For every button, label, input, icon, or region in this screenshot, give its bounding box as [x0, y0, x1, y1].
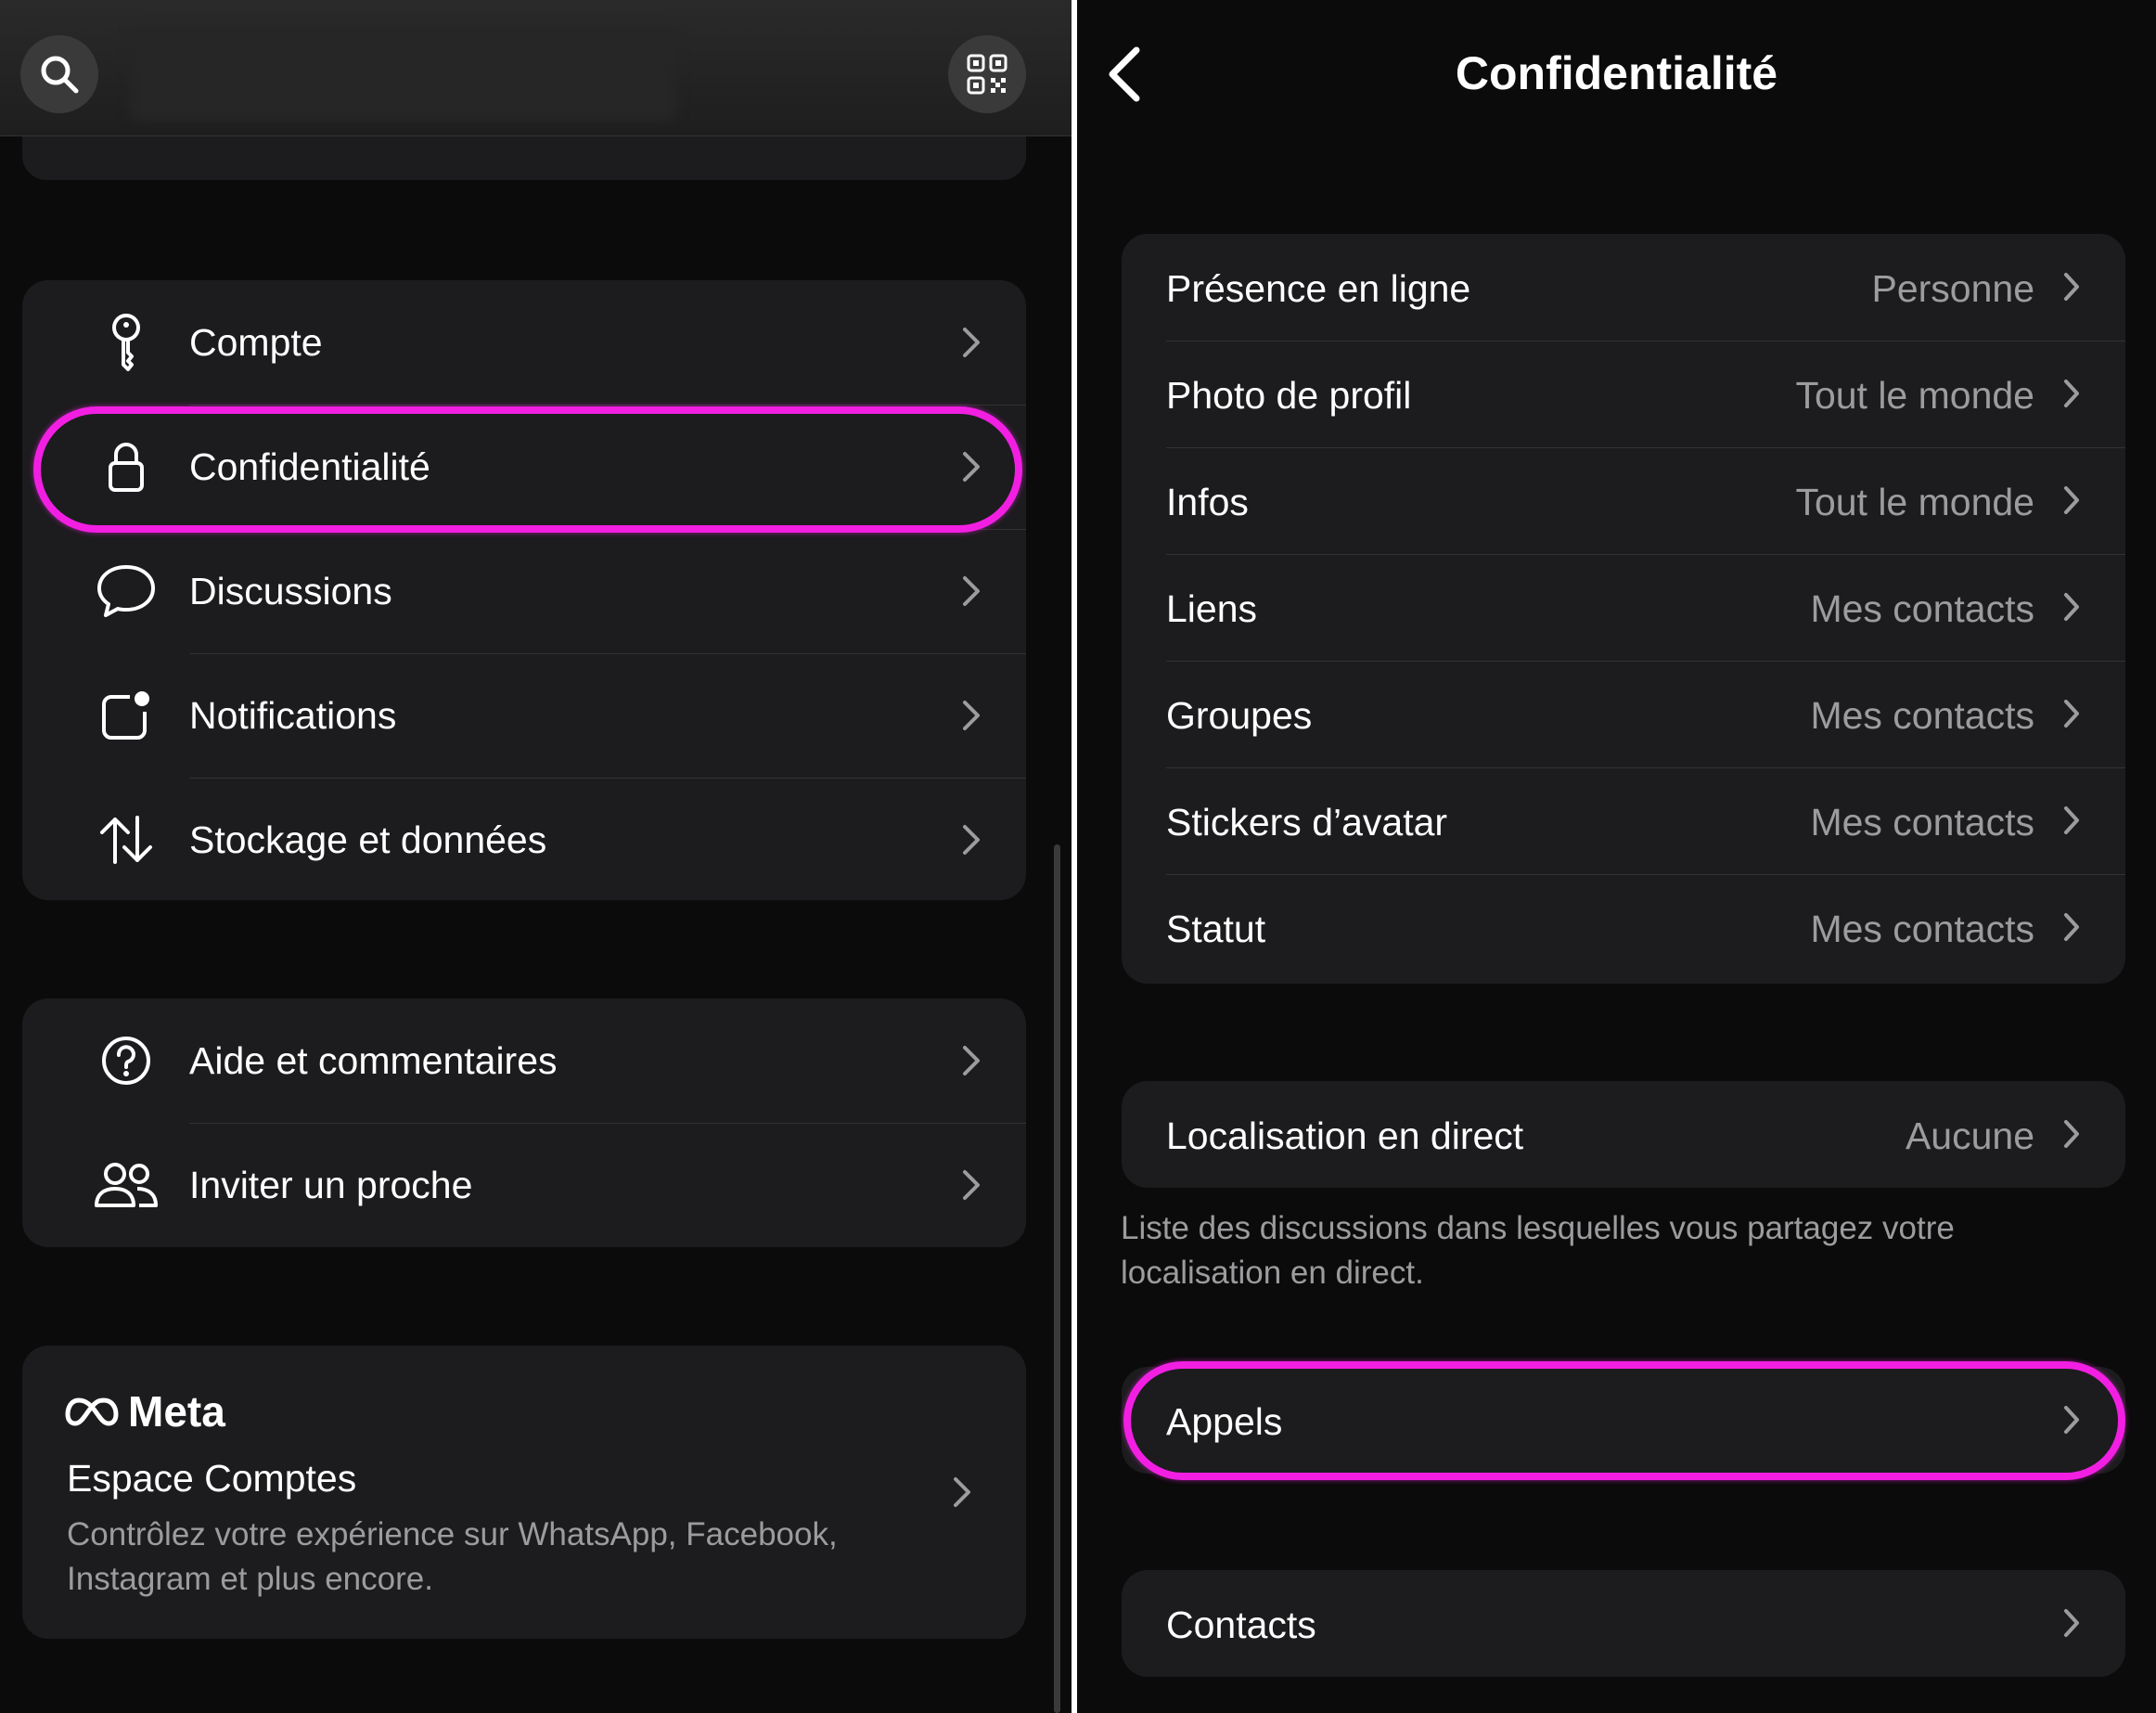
help-circle-icon	[89, 1029, 163, 1092]
settings-item-label: Inviter un proche	[189, 1163, 473, 1206]
settings-group-help: Aide et commentaires Inviter un proche	[22, 998, 1026, 1247]
privacy-settings-group: Présence en ligne Personne Photo de prof…	[1122, 234, 2125, 984]
chevron-right-icon	[963, 825, 980, 855]
qr-code-icon	[967, 54, 1007, 95]
people-icon	[89, 1153, 163, 1217]
chevron-right-icon	[963, 1170, 980, 1200]
meta-card-description: Contrôlez votre expérience sur WhatsApp,…	[67, 1516, 838, 1597]
settings-item-label: Compte	[189, 320, 323, 364]
notification-badge-icon	[89, 684, 163, 747]
privacy-row-label: Contacts	[1166, 1604, 1316, 1646]
settings-item-inviter[interactable]: Inviter un proche	[22, 1123, 1026, 1247]
privacy-row-value: Mes contacts	[1810, 801, 2034, 844]
chevron-right-icon	[963, 701, 980, 730]
privacy-row-label: Localisation en direct	[1166, 1114, 1524, 1157]
chat-bubble-icon	[89, 560, 163, 623]
live-location-footnote: Liste des discussions dans lesquelles vo…	[1121, 1210, 1955, 1291]
meta-accounts-center-card[interactable]: Meta Espace Comptes Contrôlez votre expé…	[22, 1346, 1026, 1639]
meta-infinity-icon	[65, 1397, 119, 1426]
settings-item-label: Discussions	[189, 569, 392, 612]
search-icon	[41, 56, 79, 94]
chevron-right-icon	[2064, 486, 2079, 514]
chevron-right-icon	[2064, 593, 2079, 621]
chevron-right-icon	[2064, 1406, 2079, 1434]
privacy-row-liens[interactable]: Liens Mes contacts	[1122, 554, 2125, 661]
key-icon	[89, 311, 163, 374]
privacy-row-label: Appels	[1166, 1400, 1283, 1443]
chevron-right-icon	[2064, 700, 2079, 728]
privacy-row-stickers[interactable]: Stickers d’avatar Mes contacts	[1122, 767, 2125, 874]
settings-item-confidentialite[interactable]: Confidentialité	[22, 405, 1026, 529]
settings-item-notifications[interactable]: Notifications	[22, 653, 1026, 778]
settings-item-aide[interactable]: Aide et commentaires	[22, 998, 1026, 1123]
blurred-profile-area	[130, 28, 677, 121]
privacy-row-label: Stickers d’avatar	[1166, 801, 1448, 844]
privacy-row-value: Mes contacts	[1810, 694, 2034, 737]
settings-item-label: Stockage et données	[189, 818, 547, 861]
privacy-row-value: Mes contacts	[1810, 587, 2034, 630]
privacy-row-value: Aucune	[1905, 1114, 2034, 1157]
search-button[interactable]	[20, 35, 98, 113]
privacy-row-value: Tout le monde	[1795, 481, 2034, 523]
settings-item-discussions[interactable]: Discussions	[22, 529, 1026, 653]
privacy-row-label: Infos	[1166, 481, 1249, 523]
privacy-row-live-location[interactable]: Localisation en direct Aucune	[1122, 1081, 2125, 1188]
settings-item-label: Confidentialité	[189, 444, 430, 488]
contacts-group: Contacts	[1122, 1570, 2125, 1677]
chevron-right-icon	[963, 576, 980, 606]
settings-item-label: Aide et commentaires	[189, 1038, 558, 1082]
settings-panel: Compte Confidentialité Discussions Notif…	[0, 0, 1072, 1713]
privacy-row-statut[interactable]: Statut Mes contacts	[1122, 874, 2125, 981]
chevron-right-icon	[2064, 1609, 2079, 1637]
chevron-right-icon	[2064, 806, 2079, 834]
up-down-arrows-icon	[89, 808, 163, 871]
privacy-row-appels[interactable]: Appels	[1122, 1367, 2125, 1474]
chevron-right-icon	[963, 1046, 980, 1075]
chevron-right-icon	[954, 1477, 970, 1507]
meta-card-title: Espace Comptes	[67, 1457, 357, 1500]
privacy-row-infos[interactable]: Infos Tout le monde	[1122, 447, 2125, 554]
scrollbar[interactable]	[1054, 844, 1060, 1713]
meta-brand: Meta	[128, 1387, 225, 1436]
chevron-right-icon	[2064, 1120, 2079, 1148]
settings-item-label: Notifications	[189, 693, 397, 737]
privacy-row-label: Groupes	[1166, 694, 1313, 737]
settings-item-compte[interactable]: Compte	[22, 280, 1026, 405]
privacy-row-contacts[interactable]: Contacts	[1122, 1570, 2125, 1677]
calls-group: Appels	[1122, 1367, 2125, 1474]
settings-item-stockage[interactable]: Stockage et données	[22, 778, 1026, 900]
chevron-right-icon	[963, 452, 980, 482]
live-location-group: Localisation en direct Aucune	[1122, 1081, 2125, 1188]
privacy-row-groupes[interactable]: Groupes Mes contacts	[1122, 661, 2125, 767]
privacy-row-value: Mes contacts	[1810, 908, 2034, 950]
privacy-row-photo[interactable]: Photo de profil Tout le monde	[1122, 341, 2125, 447]
privacy-row-label: Photo de profil	[1166, 374, 1412, 417]
settings-header	[0, 0, 1072, 135]
privacy-row-label: Liens	[1166, 587, 1258, 630]
privacy-panel: Confidentialité Présence en ligne Person…	[1077, 0, 2156, 1713]
settings-group-main: Compte Confidentialité Discussions Notif…	[22, 280, 1026, 900]
chevron-right-icon	[2064, 913, 2079, 941]
privacy-row-value: Personne	[1871, 267, 2034, 310]
qr-code-button[interactable]	[948, 35, 1026, 113]
privacy-row-label: Statut	[1166, 908, 1266, 950]
privacy-row-presence[interactable]: Présence en ligne Personne	[1122, 234, 2125, 341]
page-title: Confidentialité	[1455, 47, 1778, 99]
chevron-right-icon	[963, 328, 980, 357]
lock-icon	[89, 435, 163, 498]
privacy-row-label: Présence en ligne	[1166, 267, 1471, 310]
chevron-right-icon	[2064, 380, 2079, 407]
privacy-row-value: Tout le monde	[1795, 374, 2034, 417]
chevron-right-icon	[2064, 273, 2079, 301]
header-separator	[0, 135, 1072, 136]
meta-logo: Meta	[65, 1386, 225, 1436]
